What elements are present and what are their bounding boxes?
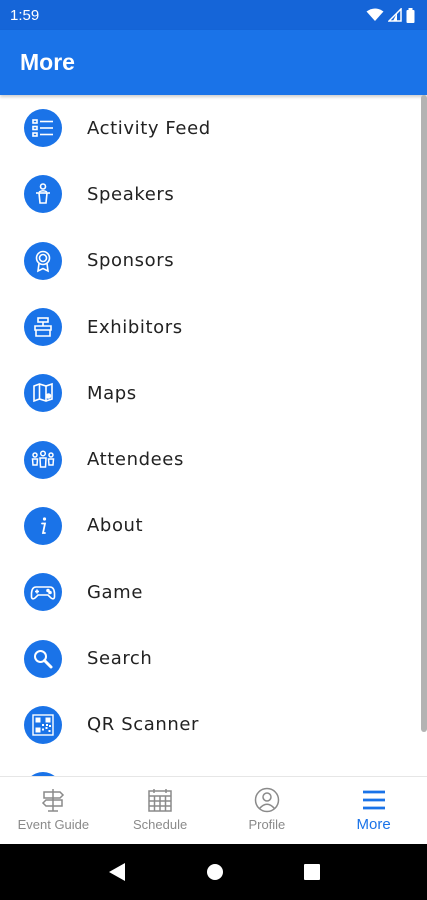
menu-item-sponsors[interactable]: Sponsors [0,228,419,294]
status-icons [366,7,415,23]
search-icon [24,639,62,678]
menu-label: Game [87,581,143,603]
system-nav-bar [0,844,427,900]
menu-item-speakers[interactable]: Speakers [0,161,419,227]
page-title: More [20,49,75,75]
status-bar: 1:59 [0,0,427,30]
status-time: 1:59 [10,6,40,24]
tab-label: Schedule [133,817,188,832]
menu-label: About [87,515,144,537]
wifi-icon [366,8,384,21]
exhibitor-booth-icon [24,308,62,347]
info-icon [24,506,62,545]
battery-icon [406,7,415,23]
people-icon [24,440,62,479]
qr-code-icon [24,705,62,744]
menu-label: Exhibitors [87,316,183,338]
speaker-podium-icon [24,175,62,214]
bottom-nav: Event Guide Schedule Profile More [0,776,427,844]
menu-item-about[interactable]: About [0,493,419,559]
signpost-icon [42,789,65,812]
menu-label: Speakers [87,183,175,205]
scrollbar[interactable] [421,95,427,732]
app-bar: More [0,30,427,95]
menu-item-search[interactable]: Search [0,625,419,691]
tab-schedule[interactable]: Schedule [107,777,214,844]
list-icon [24,109,62,148]
menu-label: Sponsors [87,250,175,272]
menu-label: QR Scanner [87,714,200,736]
menu-item-attendees[interactable]: Attendees [0,426,419,492]
menu-item-game[interactable]: Game [0,559,419,625]
menu-label: Search [87,648,153,670]
home-icon[interactable] [206,863,224,881]
tab-label: Profile [248,817,286,832]
menu-item-maps[interactable]: Maps [0,360,419,426]
calendar-icon [148,789,172,812]
tab-label: More [356,816,391,833]
tab-profile[interactable]: Profile [214,777,321,844]
menu-item-partial[interactable] [0,758,419,776]
menu-label: Attendees [87,449,184,471]
gamepad-icon [24,573,62,612]
menu-item-activity-feed[interactable]: Activity Feed [0,95,419,161]
menu-item-exhibitors[interactable]: Exhibitors [0,294,419,360]
map-icon [24,374,62,413]
tab-more[interactable]: More [320,777,427,844]
back-icon[interactable] [108,862,126,882]
menu-label: Maps [87,382,137,404]
cell-signal-icon [388,8,402,22]
menu-item-qr-scanner[interactable]: QR Scanner [0,692,419,758]
tab-event-guide[interactable]: Event Guide [0,777,107,844]
menu-label: Activity Feed [87,117,211,139]
award-ribbon-icon [24,241,62,280]
recents-icon[interactable] [303,864,320,880]
hamburger-icon [362,790,385,810]
more-menu-list: Activity Feed Speakers Sponsors Exhibito… [0,95,419,776]
profile-icon [254,787,280,813]
tab-label: Event Guide [17,817,90,832]
